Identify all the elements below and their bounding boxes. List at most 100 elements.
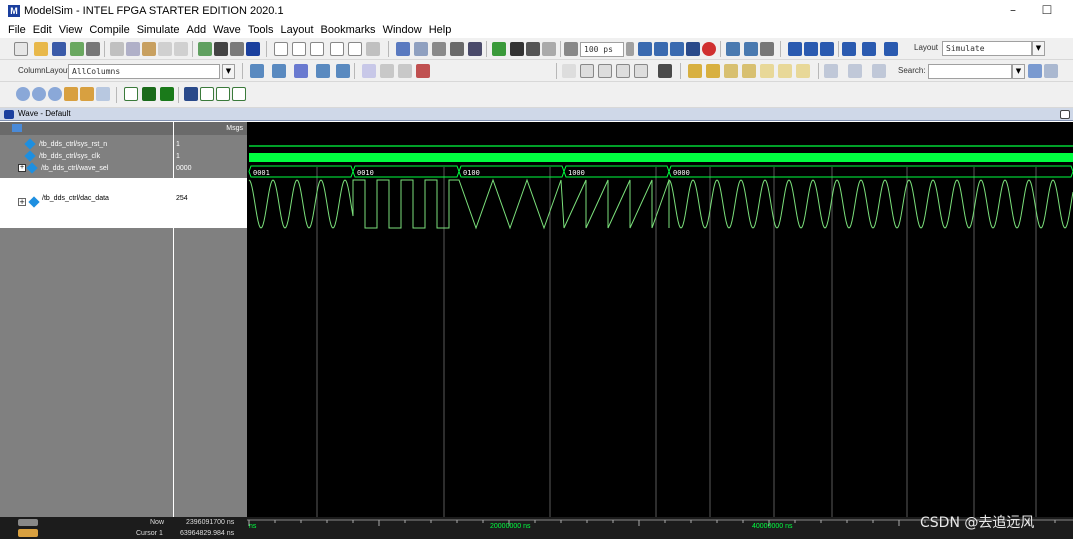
column-layout-select[interactable]: AllColumns [68, 64, 220, 79]
falling-edge-icon[interactable] [724, 64, 738, 78]
continue-icon[interactable] [654, 42, 668, 56]
edge-expr-icon[interactable] [796, 64, 810, 78]
undo-icon[interactable] [158, 42, 172, 56]
zoom-mode-icon[interactable] [580, 64, 594, 78]
trace-icon[interactable] [884, 42, 898, 56]
compile-icon[interactable] [396, 42, 410, 56]
bus-all-icon[interactable] [348, 42, 362, 56]
run-script-icon[interactable] [198, 42, 212, 56]
bus-i-icon[interactable] [274, 42, 288, 56]
bus-o-icon[interactable] [292, 42, 306, 56]
up-arrow-icon[interactable] [510, 42, 524, 56]
signal-style-1-icon[interactable] [184, 87, 198, 101]
wave-insert-icon[interactable] [272, 64, 286, 78]
wave-style-2-icon[interactable] [142, 87, 156, 101]
bus-default-icon[interactable] [330, 42, 344, 56]
run-all-icon[interactable] [670, 42, 684, 56]
cursor-remove-icon[interactable] [416, 64, 430, 78]
layout-dropdown-icon[interactable]: ▼ [1032, 41, 1045, 56]
cut-icon[interactable] [110, 42, 124, 56]
restart-sim-icon[interactable] [468, 42, 482, 56]
event-time-icon[interactable] [872, 64, 886, 78]
redo-icon[interactable] [174, 42, 188, 56]
wave-add-icon[interactable] [250, 64, 264, 78]
menu-bookmarks[interactable]: Bookmarks [321, 24, 376, 36]
wave-style-1-icon[interactable] [124, 87, 138, 101]
step-icon[interactable] [492, 42, 506, 56]
break-sim-icon[interactable] [686, 42, 700, 56]
save-icon[interactable] [52, 42, 66, 56]
signal-style-3-icon[interactable] [216, 87, 230, 101]
menu-simulate[interactable]: Simulate [137, 24, 180, 36]
bus-io-icon[interactable] [310, 42, 324, 56]
run-length-spinner-icon[interactable] [626, 42, 634, 56]
zoom-last-icon[interactable] [96, 87, 110, 101]
menu-view[interactable]: View [59, 24, 83, 36]
edge-search-icon[interactable] [778, 64, 792, 78]
search-input[interactable] [928, 64, 1012, 79]
menu-layout[interactable]: Layout [281, 24, 314, 36]
schematic-icon[interactable] [862, 42, 876, 56]
wave-group-icon[interactable] [316, 64, 330, 78]
delta-time-icon[interactable] [848, 64, 862, 78]
find-icon[interactable] [214, 42, 228, 56]
modelsim-icon[interactable] [246, 42, 260, 56]
edge-prev-icon[interactable] [688, 64, 702, 78]
pan-mode-icon[interactable] [598, 64, 612, 78]
search-binoculars-icon[interactable] [1028, 64, 1042, 78]
signal-row-dac-data[interactable]: + /tb_dds_ctrl/dac_data [0, 178, 173, 228]
debug-arrow-icon[interactable] [804, 42, 818, 56]
signal-style-4-icon[interactable] [232, 87, 246, 101]
cursor-delete-icon[interactable] [362, 64, 376, 78]
zoom-out-icon[interactable] [32, 87, 46, 101]
wave-select-icon[interactable] [12, 124, 22, 132]
open-folder-icon[interactable] [34, 42, 48, 56]
minimize-button[interactable]: – [998, 3, 1028, 17]
measure-mode-icon[interactable] [616, 64, 630, 78]
expand-plus-icon[interactable]: + [18, 164, 26, 173]
signal-style-2-icon[interactable] [200, 87, 214, 101]
wave-format-icon[interactable] [294, 64, 308, 78]
zoom-full-icon[interactable] [48, 87, 62, 101]
back-arrow-icon[interactable] [526, 42, 540, 56]
signal-row-sys-clk[interactable]: /tb_dds_ctrl/sys_clk [0, 150, 173, 163]
signal-row-sys-rst-n[interactable]: /tb_dds_ctrl/sys_rst_n [0, 138, 173, 151]
dataflow-view-icon[interactable] [658, 64, 672, 78]
waveform-canvas[interactable]: 0001 0010 0100 1000 0000 [247, 122, 1073, 517]
step-into-icon[interactable] [726, 42, 740, 56]
menu-help[interactable]: Help [429, 24, 452, 36]
column-layout-dropdown-icon[interactable]: ▼ [222, 64, 235, 79]
new-file-icon[interactable] [14, 42, 28, 56]
debug-down-icon[interactable] [820, 42, 834, 56]
layout-select[interactable]: Simulate [942, 41, 1032, 56]
cursor-edit-icon[interactable] [18, 529, 38, 537]
edge-any-icon[interactable] [760, 64, 774, 78]
zoom-range-icon[interactable] [80, 87, 94, 101]
cursor-add-icon[interactable] [18, 519, 38, 526]
edit-mode-icon[interactable] [634, 64, 648, 78]
menu-wave[interactable]: Wave [213, 24, 241, 36]
collapse-icon[interactable] [230, 42, 244, 56]
expand-time-icon[interactable] [824, 64, 838, 78]
menu-add[interactable]: Add [187, 24, 207, 36]
compile-all-icon[interactable] [414, 42, 428, 56]
paste-icon[interactable] [142, 42, 156, 56]
print-icon[interactable] [86, 42, 100, 56]
menu-compile[interactable]: Compile [89, 24, 129, 36]
forward-arrow-icon[interactable] [542, 42, 556, 56]
break-icon[interactable] [450, 42, 464, 56]
search-next-icon[interactable] [1044, 64, 1058, 78]
menu-file[interactable]: File [8, 24, 26, 36]
edge-next-icon[interactable] [706, 64, 720, 78]
step-over-icon[interactable] [744, 42, 758, 56]
restart-icon[interactable] [564, 42, 578, 56]
stop-icon[interactable] [702, 42, 716, 56]
copy-icon[interactable] [126, 42, 140, 56]
cursor-snap-icon[interactable] [380, 64, 394, 78]
reload-icon[interactable] [70, 42, 84, 56]
zoom-in-icon[interactable] [16, 87, 30, 101]
menu-edit[interactable]: Edit [33, 24, 52, 36]
run-icon[interactable] [638, 42, 652, 56]
run-length-input[interactable]: 100 ps [580, 42, 624, 57]
dataflow-icon[interactable] [842, 42, 856, 56]
